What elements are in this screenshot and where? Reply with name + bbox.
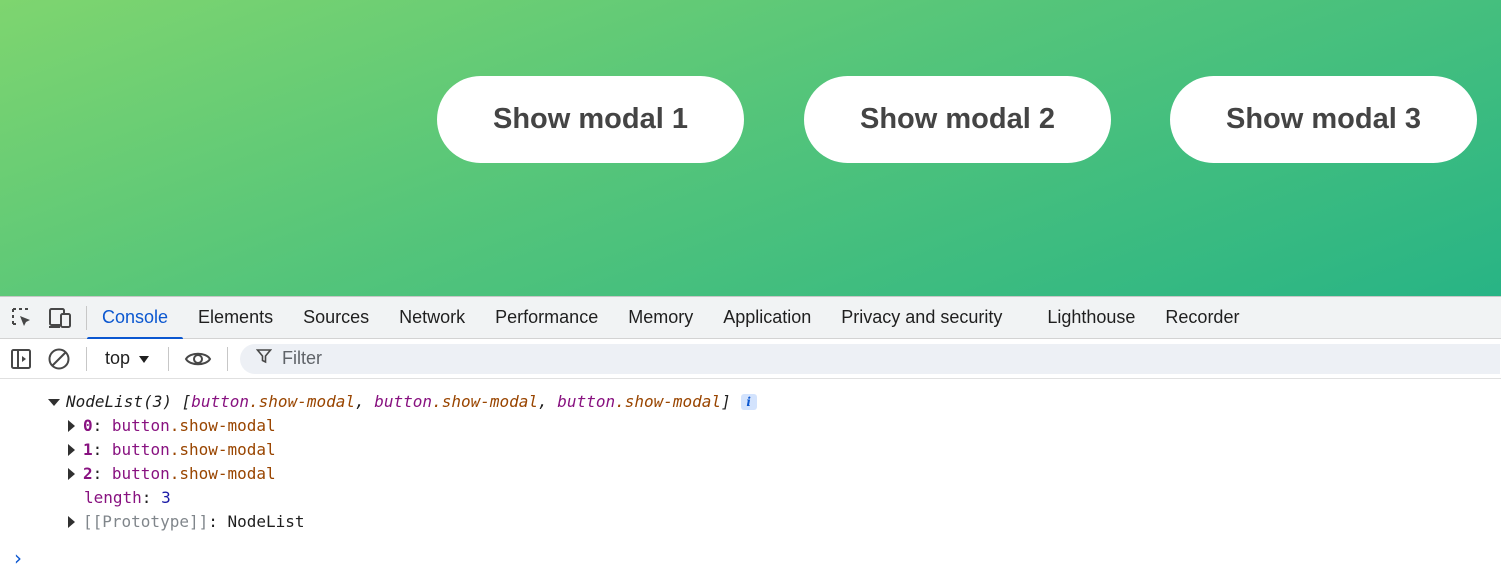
- nodelist-entry-1[interactable]: 1: button .show-modal: [68, 438, 276, 462]
- console-prompt-icon[interactable]: ›: [14, 546, 22, 570]
- sidebar-toggle-icon[interactable]: [8, 346, 34, 372]
- entry-class: .show-modal: [169, 440, 276, 459]
- tab-memory[interactable]: Memory: [613, 297, 708, 339]
- length-key: length: [84, 488, 142, 507]
- page-viewport: Show modal 1 Show modal 2 Show modal 3: [0, 0, 1501, 296]
- expand-triangle-icon[interactable]: [68, 516, 75, 528]
- info-badge-icon[interactable]: i: [740, 394, 757, 410]
- context-selector-label: top: [105, 348, 131, 368]
- tab-console[interactable]: Console: [87, 297, 184, 340]
- chevron-down-icon: [138, 348, 150, 369]
- toolbar-divider: [227, 346, 229, 371]
- nodelist-length-row: length: 3: [84, 486, 171, 510]
- entry-tag: button: [111, 440, 170, 459]
- devtools-panel: Console Elements Sources Network Perform…: [0, 296, 1501, 572]
- prototype-key: [[Prototype]]: [83, 512, 209, 531]
- summary-item-tag: button: [557, 392, 616, 411]
- nodelist-type: NodeList(3): [66, 392, 172, 411]
- expand-triangle-icon[interactable]: [68, 444, 75, 456]
- entry-key: 2: [83, 464, 93, 483]
- entry-class: .show-modal: [169, 416, 276, 435]
- show-modal-2-button[interactable]: Show modal 2: [804, 76, 1111, 163]
- console-output: NodeList(3) [ button .show-modal, button.…: [0, 380, 1501, 572]
- show-modal-1-button[interactable]: Show modal 1: [437, 76, 744, 163]
- console-toolbar: top Filter: [0, 339, 1501, 379]
- entry-key: 1: [83, 440, 93, 459]
- summary-item-tag: button: [374, 392, 433, 411]
- summary-item-class: .show-modal: [432, 392, 539, 411]
- devtools-tab-bar: Console Elements Sources Network Perform…: [0, 297, 1501, 340]
- length-value: 3: [161, 488, 171, 507]
- entry-key: 0: [83, 416, 93, 435]
- clear-console-icon[interactable]: [46, 346, 72, 372]
- summary-item-class: .show-modal: [249, 392, 355, 411]
- filter-input[interactable]: Filter: [240, 343, 1501, 374]
- entry-tag: button: [111, 416, 170, 435]
- inspect-element-icon[interactable]: [9, 305, 35, 331]
- summary-item-class: .show-modal: [615, 392, 722, 411]
- tab-recorder[interactable]: Recorder: [1150, 297, 1254, 339]
- entry-class: .show-modal: [169, 464, 276, 483]
- entry-tag: button: [111, 464, 170, 483]
- tab-application[interactable]: Application: [708, 297, 826, 339]
- toolbar-divider: [86, 346, 87, 371]
- summary-item-tag: button: [191, 392, 250, 411]
- show-modal-3-button[interactable]: Show modal 3: [1170, 76, 1477, 163]
- expand-triangle-icon[interactable]: [48, 398, 60, 406]
- expand-triangle-icon[interactable]: [68, 420, 75, 432]
- tab-lighthouse[interactable]: Lighthouse: [1032, 297, 1150, 339]
- filter-placeholder: Filter: [282, 348, 323, 368]
- context-selector[interactable]: top: [101, 348, 154, 369]
- device-toolbar-icon[interactable]: [47, 305, 73, 331]
- nodelist-entry-2[interactable]: 2: button .show-modal: [68, 462, 276, 486]
- live-expression-icon[interactable]: [183, 346, 213, 372]
- nodelist-prototype-row[interactable]: [[Prototype]]: NodeList: [68, 510, 305, 534]
- filter-icon: [255, 348, 273, 369]
- tab-elements[interactable]: Elements: [183, 297, 288, 339]
- tab-network[interactable]: Network: [384, 297, 480, 339]
- tab-performance[interactable]: Performance: [480, 297, 613, 339]
- toolbar-divider: [168, 346, 170, 371]
- expand-triangle-icon[interactable]: [68, 468, 75, 480]
- nodelist-entry-0[interactable]: 0: button .show-modal: [68, 414, 276, 438]
- prototype-value: NodeList: [227, 512, 305, 531]
- nodelist-summary-row[interactable]: NodeList(3) [ button .show-modal, button.…: [48, 390, 757, 414]
- tab-privacy-and-security[interactable]: Privacy and security: [826, 297, 1017, 339]
- tab-sources[interactable]: Sources: [288, 297, 384, 339]
